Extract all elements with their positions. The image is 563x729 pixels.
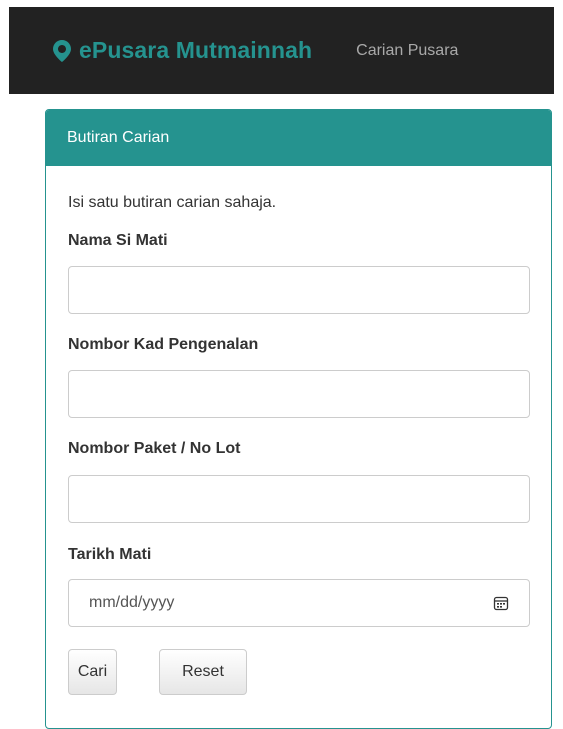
date-input[interactable]: mm/dd/yyyy [68,579,530,627]
lot-number-label: Nombor Paket / No Lot [68,440,241,457]
nav-link-carian-pusara[interactable]: Carian Pusara [356,42,458,60]
lot-number-input-box[interactable] [68,475,530,523]
instruction-text: Isi satu butiran carian sahaja. [68,194,277,211]
name-input[interactable] [89,280,509,300]
search-panel: Butiran Carian Isi satu butiran carian s… [45,109,552,729]
date-label: Tarikh Mati [68,546,152,563]
brand-name: ePusara Mutmainnah [79,37,313,63]
navbar: ePusara Mutmainnah Carian Pusara [9,7,554,94]
brand-link[interactable]: ePusara Mutmainnah [53,37,312,64]
name-input-box[interactable] [68,266,530,314]
ic-number-input-box[interactable] [68,370,530,418]
map-marker-icon [53,39,71,62]
calendar-icon[interactable] [493,595,509,611]
ic-number-input[interactable] [89,384,509,404]
name-label: Nama Si Mati [68,232,168,249]
reset-button[interactable]: Reset [159,649,247,695]
date-placeholder: mm/dd/yyyy [89,594,175,611]
search-button[interactable]: Cari [68,649,117,695]
lot-number-input[interactable] [89,489,509,509]
ic-number-label: Nombor Kad Pengenalan [68,336,259,353]
panel-heading: Butiran Carian [46,110,551,166]
